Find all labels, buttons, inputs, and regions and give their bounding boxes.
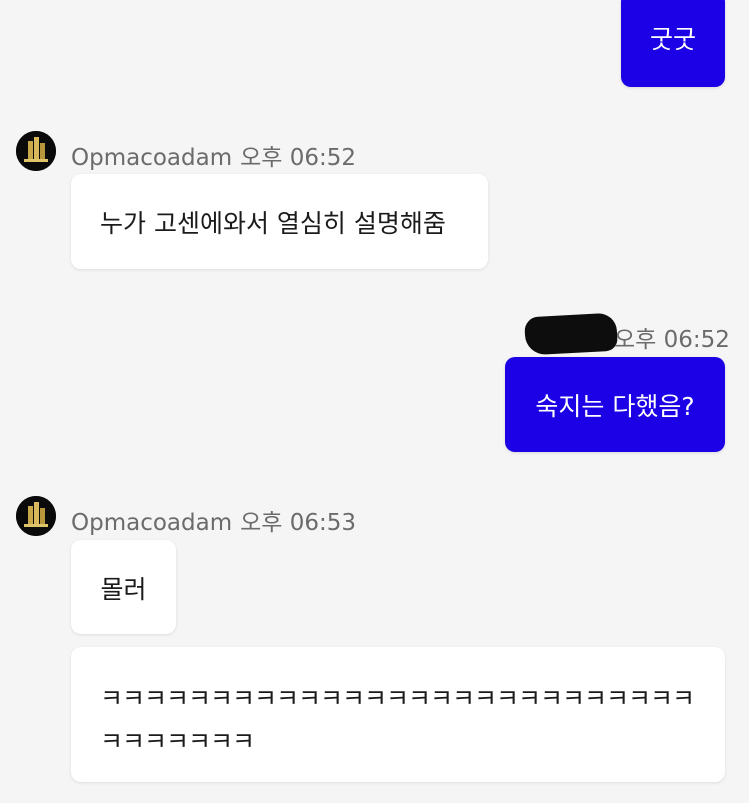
message-text: 숙지는 다했음? <box>535 392 695 421</box>
message-text-line: ㅋㅋㅋㅋㅋㅋㅋㅋㅋㅋㅋㅋㅋㅋㅋㅋㅋㅋㅋㅋㅋㅋㅋㅋㅋㅋㅋ <box>100 684 695 713</box>
message-text: 굿굿 <box>649 25 696 54</box>
message-text: 몰러 <box>100 575 147 604</box>
building-logo-icon <box>16 131 56 171</box>
sender-name: Opmacoadam <box>71 510 233 536</box>
message-meta: Opmacoadam 오후 06:52 <box>71 138 356 172</box>
message-time: 오후 06:52 <box>614 327 730 353</box>
chat-window: 굿굿 Opmacoadam 오후 06:52 누가 고센에와서 열심히 설명해줌 … <box>0 0 749 803</box>
message-meta: Opmacoadam 오후 06:53 <box>71 503 356 537</box>
incoming-message-bubble[interactable]: 누가 고센에와서 열심히 설명해줌 <box>71 174 488 269</box>
avatar[interactable] <box>16 131 56 171</box>
outgoing-message-bubble[interactable]: 숙지는 다했음? <box>505 357 725 452</box>
outgoing-message-bubble[interactable]: 굿굿 <box>621 0 725 87</box>
message-time: 오후 06:52 <box>240 145 357 171</box>
incoming-message-bubble[interactable]: 몰러 <box>71 540 176 634</box>
message-text: 누가 고센에와서 열심히 설명해줌 <box>100 209 446 238</box>
message-time: 오후 06:53 <box>240 510 357 536</box>
message-text-line: ㅋㅋㅋㅋㅋㅋㅋ <box>100 727 255 756</box>
sender-name: Opmacoadam <box>71 145 233 171</box>
avatar[interactable] <box>16 496 56 536</box>
incoming-message-bubble[interactable]: ㅋㅋㅋㅋㅋㅋㅋㅋㅋㅋㅋㅋㅋㅋㅋㅋㅋㅋㅋㅋㅋㅋㅋㅋㅋㅋㅋ ㅋㅋㅋㅋㅋㅋㅋ <box>71 647 725 782</box>
building-logo-icon <box>16 496 56 536</box>
redacted-sender-name <box>524 312 618 356</box>
